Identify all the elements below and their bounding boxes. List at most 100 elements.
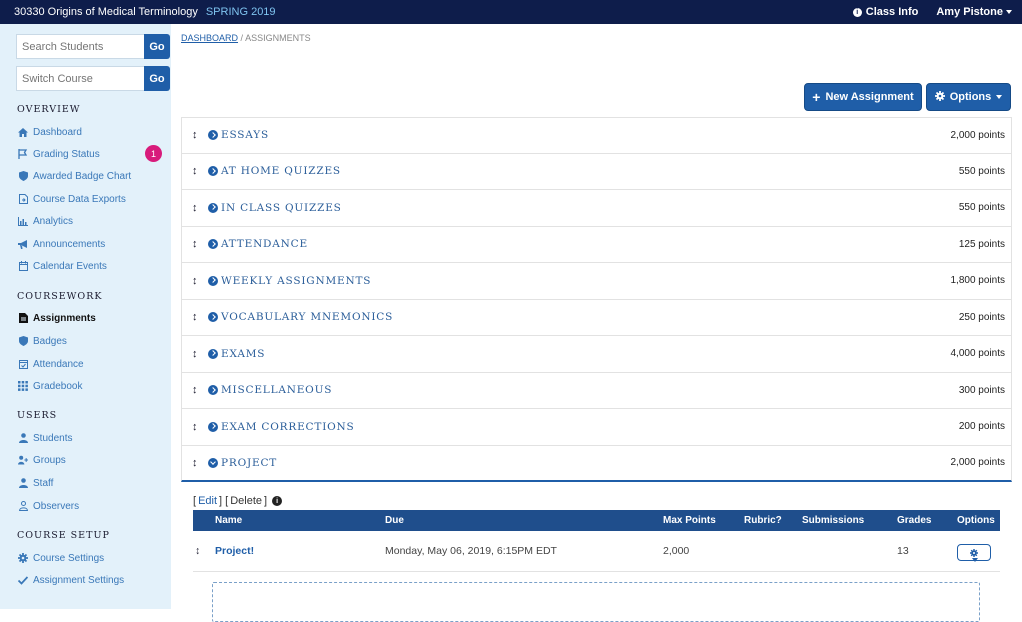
chevron-down-icon[interactable]: [208, 457, 218, 468]
sidebar-item-attendance[interactable]: Attendance: [18, 357, 84, 371]
drag-handle-icon[interactable]: ↕: [192, 384, 198, 396]
drag-handle-icon[interactable]: ↕: [192, 275, 198, 287]
sidebar-item-label: Students: [33, 432, 73, 444]
column-header-options[interactable]: Options: [957, 515, 995, 526]
switch-course-input[interactable]: [16, 66, 144, 91]
category-row[interactable]: ↕ WEEKLY ASSIGNMENTS 1,800 points: [181, 263, 1012, 300]
assignment-grades[interactable]: 13: [897, 545, 909, 557]
drag-handle-icon[interactable]: ↕: [192, 421, 198, 433]
sidebar-item-calendar-events[interactable]: Calendar Events: [18, 259, 107, 273]
category-name[interactable]: ESSAYS: [221, 129, 269, 141]
sidebar-item-observers[interactable]: Observers: [18, 499, 79, 513]
sidebar-item-assignments[interactable]: Assignments: [18, 311, 96, 325]
sidebar-item-groups[interactable]: Groups: [18, 453, 66, 467]
column-header-due[interactable]: Due: [385, 515, 404, 526]
edit-category-link[interactable]: Edit: [198, 495, 217, 507]
sidebar-item-label: Assignment Settings: [33, 574, 125, 586]
sidebar-item-students[interactable]: Students: [18, 431, 72, 445]
category-row[interactable]: ↕ MISCELLANEOUS 300 points: [181, 372, 1012, 409]
breadcrumb-dashboard-link[interactable]: DASHBOARD: [181, 33, 238, 43]
category-name[interactable]: EXAMS: [221, 348, 265, 360]
chevron-right-icon[interactable]: [208, 348, 218, 359]
assignment-name-link[interactable]: Project!: [215, 545, 254, 557]
sidebar-item-gradebook[interactable]: Gradebook: [18, 379, 82, 393]
column-header-name[interactable]: Name: [215, 515, 242, 526]
category-points: 2,000 points: [950, 129, 1006, 141]
sidebar-item-awarded-badge-chart[interactable]: Awarded Badge Chart: [18, 169, 131, 183]
sidebar-item-analytics[interactable]: Analytics: [18, 214, 73, 228]
sidebar: Go Go OVERVIEW Dashboard Grading Status …: [0, 24, 171, 609]
category-row[interactable]: ↕ VOCABULARY MNEMONICS 250 points: [181, 299, 1012, 336]
category-row[interactable]: ↕ IN CLASS QUIZZES 550 points: [181, 190, 1012, 227]
chevron-right-icon[interactable]: [208, 312, 218, 323]
search-students-input[interactable]: [16, 34, 144, 59]
sidebar-item-label: Calendar Events: [33, 260, 107, 272]
class-info-link[interactable]: i Class Info: [852, 6, 918, 18]
drag-handle-icon[interactable]: ↕: [195, 545, 200, 557]
category-row[interactable]: ↕ ESSAYS 2,000 points: [181, 117, 1012, 154]
sidebar-item-label: Groups: [33, 454, 66, 466]
sidebar-item-assignment-settings[interactable]: Assignment Settings: [18, 573, 124, 587]
chevron-right-icon[interactable]: [208, 202, 218, 213]
sidebar-item-staff[interactable]: Staff: [18, 476, 53, 490]
chevron-right-icon[interactable]: [208, 275, 218, 286]
chevron-right-icon[interactable]: [208, 130, 218, 141]
column-header-grades[interactable]: Grades: [897, 515, 931, 526]
category-row[interactable]: ↕ AT HOME QUIZZES 550 points: [181, 153, 1012, 190]
drag-handle-icon[interactable]: ↕: [192, 202, 198, 214]
category-name[interactable]: EXAM CORRECTIONS: [221, 421, 355, 433]
drag-handle-icon[interactable]: ↕: [192, 129, 198, 141]
category-name[interactable]: WEEKLY ASSIGNMENTS: [221, 275, 371, 287]
sidebar-item-course-settings[interactable]: Course Settings: [18, 551, 104, 565]
info-icon[interactable]: i: [272, 496, 283, 506]
user-menu[interactable]: Amy Pistone: [936, 6, 1012, 18]
sidebar-item-announcements[interactable]: Announcements: [18, 237, 105, 251]
column-header-max-points[interactable]: Max Points: [663, 515, 716, 526]
sidebar-item-label: Course Data Exports: [33, 193, 126, 205]
gear-icon: [18, 553, 28, 563]
search-students-go-button[interactable]: Go: [144, 34, 170, 59]
delete-category-link[interactable]: Delete: [230, 495, 262, 507]
breadcrumb-current: ASSIGNMENTS: [245, 33, 311, 43]
category-name[interactable]: VOCABULARY MNEMONICS: [221, 311, 393, 323]
category-name[interactable]: PROJECT: [221, 457, 277, 469]
gear-icon: [934, 90, 945, 104]
category-name[interactable]: ATTENDANCE: [221, 238, 308, 250]
chevron-right-icon[interactable]: [208, 385, 218, 396]
chevron-right-icon[interactable]: [208, 421, 218, 432]
category-row[interactable]: ↕ ATTENDANCE 125 points: [181, 226, 1012, 263]
sidebar-item-badges[interactable]: Badges: [18, 334, 67, 348]
grading-status-count-badge: 1: [145, 145, 162, 162]
category-name[interactable]: MISCELLANEOUS: [221, 384, 332, 396]
switch-course-go-button[interactable]: Go: [144, 66, 170, 91]
drag-handle-icon[interactable]: ↕: [192, 348, 198, 360]
info-icon: i: [852, 7, 862, 17]
column-header-submissions[interactable]: Submissions: [802, 515, 864, 526]
drop-zone[interactable]: [212, 582, 980, 622]
chevron-right-icon[interactable]: [208, 166, 218, 177]
category-name[interactable]: AT HOME QUIZZES: [221, 165, 341, 177]
plus-icon: +: [812, 89, 821, 105]
column-header-rubric[interactable]: Rubric?: [744, 515, 782, 526]
category-row[interactable]: ↕ EXAM CORRECTIONS 200 points: [181, 409, 1012, 446]
drag-handle-icon[interactable]: ↕: [192, 165, 198, 177]
caret-down-icon: [996, 95, 1003, 99]
category-name[interactable]: IN CLASS QUIZZES: [221, 202, 342, 214]
drag-handle-icon[interactable]: ↕: [192, 311, 198, 323]
drag-handle-icon[interactable]: ↕: [192, 457, 198, 469]
sidebar-item-dashboard[interactable]: Dashboard: [18, 125, 82, 139]
chevron-right-icon[interactable]: [208, 239, 218, 250]
sidebar-item-course-data-exports[interactable]: Course Data Exports: [18, 192, 126, 206]
sidebar-item-grading-status[interactable]: Grading Status: [18, 147, 100, 161]
sidebar-item-label: Badges: [33, 335, 67, 347]
new-assignment-button[interactable]: + New Assignment: [804, 83, 922, 111]
sidebar-item-label: Analytics: [33, 215, 74, 227]
home-icon: [18, 127, 28, 137]
options-button[interactable]: Options: [926, 83, 1011, 111]
row-options-button[interactable]: [957, 544, 991, 562]
category-row-expanded[interactable]: ↕ PROJECT 2,000 points: [181, 445, 1012, 482]
drag-handle-icon[interactable]: ↕: [192, 238, 198, 250]
sidebar-item-label: Announcements: [33, 238, 106, 250]
caret-down-icon: [972, 558, 978, 562]
category-row[interactable]: ↕ EXAMS 4,000 points: [181, 336, 1012, 373]
